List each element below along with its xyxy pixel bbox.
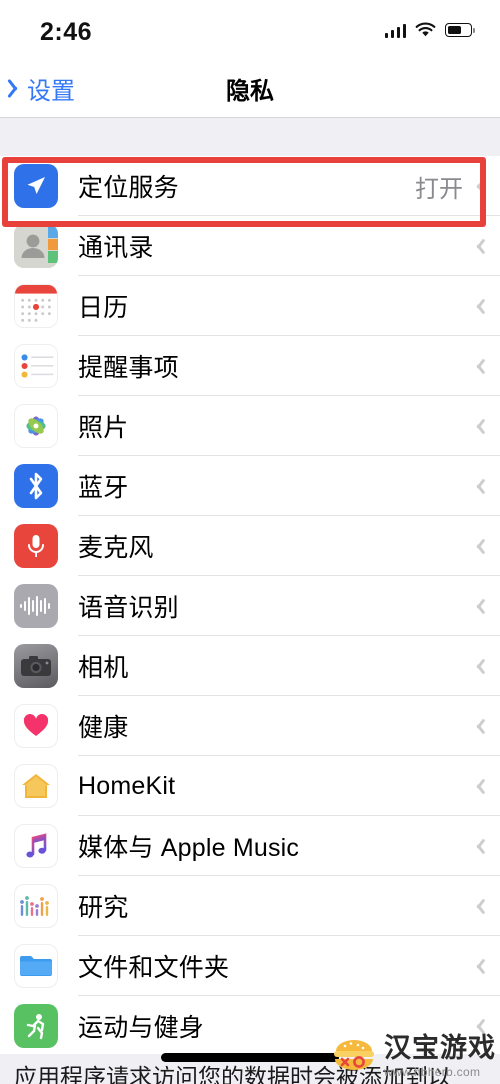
list-item-accessory (473, 297, 500, 316)
list-item[interactable]: 语音识别 (0, 576, 500, 636)
calendar-icon (14, 284, 58, 328)
chevron-right-icon (473, 357, 484, 376)
list-item[interactable]: 文件和文件夹 (0, 936, 500, 996)
burger-logo-icon (331, 1037, 377, 1077)
list-item-label: HomeKit (78, 771, 176, 800)
list-item-label: 语音识别 (78, 594, 179, 622)
chevron-right-icon (473, 897, 484, 916)
list-item-label: 相机 (78, 654, 129, 682)
list-item-label: 提醒事项 (78, 354, 179, 382)
research-chart-icon (14, 884, 58, 928)
home-icon (14, 764, 58, 808)
folder-icon (14, 944, 58, 988)
section-gap (0, 118, 500, 156)
running-person-icon (14, 1004, 58, 1048)
status-bar: 2:46 (0, 0, 500, 58)
list-item[interactable]: 麦克风 (0, 516, 500, 576)
chevron-right-icon (473, 777, 484, 796)
chevron-right-icon (473, 537, 484, 556)
battery-icon (445, 23, 476, 37)
watermark-name: 汉宝游戏 (384, 1033, 496, 1063)
chevron-right-icon (473, 657, 484, 676)
chevron-right-icon (473, 237, 484, 256)
reminders-icon (14, 344, 58, 388)
heart-icon (14, 704, 58, 748)
watermark: 汉宝游戏 www.hbherb.com (331, 1035, 496, 1078)
chevron-right-icon (473, 717, 484, 736)
privacy-settings-list: 定位服务 打开 通讯录 日历 提醒事项 照片 蓝牙 麦克风 语音识别 相机 健康… (0, 156, 500, 1056)
list-item-accessory (473, 417, 500, 436)
list-item-label: 定位服务 (78, 174, 179, 202)
chevron-right-icon (473, 597, 484, 616)
status-bar-indicators (384, 18, 476, 42)
list-item[interactable]: 日历 (0, 276, 500, 336)
list-item-accessory (473, 777, 500, 796)
list-item[interactable]: 研究 (0, 876, 500, 936)
list-item-accessory (473, 657, 500, 676)
chevron-right-icon (473, 297, 484, 316)
list-item-accessory: 打开 (415, 169, 500, 204)
list-item[interactable]: 定位服务 打开 (0, 156, 500, 216)
list-item[interactable]: 媒体与 Apple Music (0, 816, 500, 876)
list-item[interactable]: 通讯录 (0, 216, 500, 276)
list-item-accessory (473, 597, 500, 616)
list-item-accessory (473, 957, 500, 976)
photos-icon (14, 404, 58, 448)
list-item-label: 通讯录 (78, 234, 154, 262)
list-item-accessory (473, 717, 500, 736)
speech-waveform-icon (14, 584, 58, 628)
list-item-accessory (473, 477, 500, 496)
list-item[interactable]: 提醒事项 (0, 336, 500, 396)
music-note-icon (14, 824, 58, 868)
list-item-accessory (473, 897, 500, 916)
list-item-accessory (473, 357, 500, 376)
list-item[interactable]: HomeKit (0, 756, 500, 816)
list-item-label: 蓝牙 (78, 474, 129, 502)
list-item-accessory (473, 837, 500, 856)
wifi-icon (415, 22, 436, 38)
list-item-label: 日历 (78, 294, 129, 322)
camera-icon (14, 644, 58, 688)
chevron-right-icon (473, 837, 484, 856)
list-item-accessory (473, 537, 500, 556)
iphone-screen: 2:46 设置 隐私 定位服务 打开 通讯录 日历 提醒事项 照片 蓝牙 麦克风… (0, 0, 500, 1084)
list-item-label: 文件和文件夹 (78, 954, 230, 982)
list-item-accessory (473, 237, 500, 256)
cellular-signal-icon (384, 23, 406, 38)
list-item[interactable]: 相机 (0, 636, 500, 696)
list-item-label: 运动与健身 (78, 1014, 205, 1042)
list-item-label: 健康 (78, 714, 129, 742)
chevron-right-icon (473, 957, 484, 976)
chevron-right-icon (473, 477, 484, 496)
list-item-label: 研究 (78, 894, 129, 922)
chevron-right-icon (473, 177, 484, 196)
bluetooth-icon (14, 464, 58, 508)
list-item[interactable]: 蓝牙 (0, 456, 500, 516)
watermark-text: 汉宝游戏 www.hbherb.com (384, 1033, 496, 1079)
microphone-icon (14, 524, 58, 568)
home-indicator[interactable] (161, 1053, 339, 1062)
list-item-label: 媒体与 Apple Music (78, 834, 300, 862)
page-title: 隐私 (226, 77, 274, 105)
list-item[interactable]: 健康 (0, 696, 500, 756)
location-arrow-icon (14, 164, 58, 208)
list-item-value: 打开 (415, 175, 463, 203)
navigation-bar: 设置 隐私 (0, 58, 500, 118)
watermark-url: www.hbherb.com (384, 1065, 481, 1079)
chevron-right-icon (473, 417, 484, 436)
status-bar-time: 2:46 (40, 18, 93, 46)
list-item-label: 麦克风 (78, 534, 154, 562)
contacts-icon (14, 224, 58, 268)
list-item[interactable]: 照片 (0, 396, 500, 456)
list-item-label: 照片 (78, 414, 129, 442)
